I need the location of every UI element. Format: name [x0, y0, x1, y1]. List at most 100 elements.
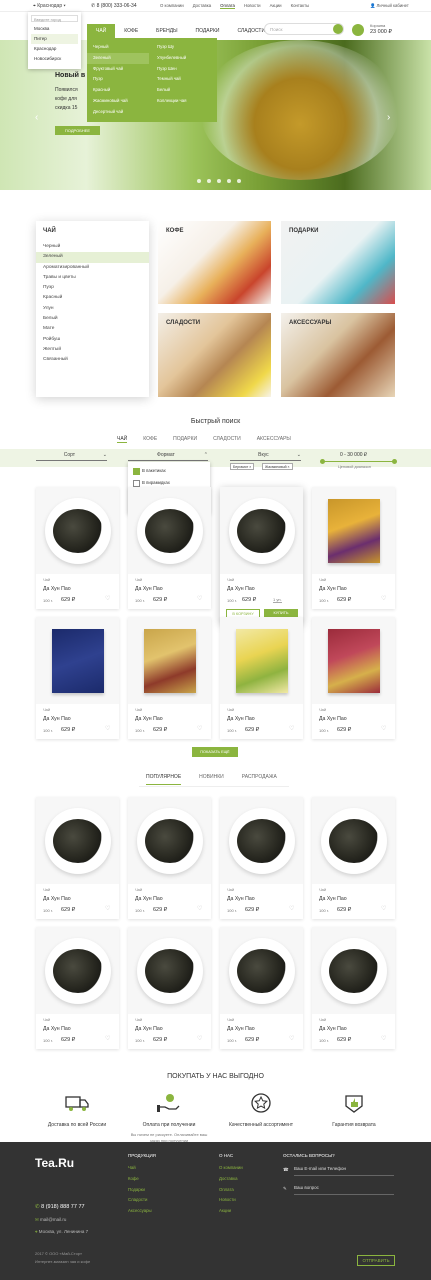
category-item[interactable]: Ароматизированный — [36, 263, 149, 273]
menu-item[interactable]: Коллекции чая — [151, 96, 215, 107]
product-name[interactable]: Да Хун Пао — [319, 586, 347, 592]
menu-item[interactable]: Красный — [87, 85, 149, 96]
product-weight[interactable]: 100 г. — [43, 1038, 53, 1043]
heart-icon[interactable]: ♡ — [105, 1035, 110, 1042]
product-name[interactable]: Да Хун Пао — [319, 1026, 347, 1032]
city-option[interactable]: Краснодар — [31, 44, 78, 54]
heart-icon[interactable]: ♡ — [105, 905, 110, 912]
nav-coffee[interactable]: КОФЕ — [115, 28, 147, 34]
heart-icon[interactable]: ♡ — [289, 905, 294, 912]
city-search-input[interactable]: Введите город — [31, 15, 78, 22]
link-payment[interactable]: Оплата — [220, 3, 235, 9]
city-option[interactable]: Москва — [31, 24, 78, 34]
search-icon[interactable] — [333, 24, 343, 34]
link-about[interactable]: О компании — [160, 3, 184, 9]
link-contacts[interactable]: Контакты — [291, 3, 310, 9]
product-card[interactable]: ЧайДа Хун Пао100 г.629 ₽♡1 уп.В КОРЗИНУК… — [220, 487, 303, 623]
category-item[interactable]: Зеленый — [36, 252, 149, 263]
price-slider-handle-max[interactable] — [392, 459, 397, 464]
category-item[interactable]: Связанный — [36, 355, 149, 365]
footer-link[interactable]: Доставка — [219, 1174, 243, 1185]
nav-gifts[interactable]: ПОДАРКИ — [187, 28, 229, 34]
heart-icon[interactable]: ♡ — [381, 725, 386, 732]
menu-item[interactable]: Фруктовый чай — [87, 64, 149, 75]
link-news[interactable]: Новости — [244, 3, 261, 9]
heart-icon[interactable]: ♡ — [197, 725, 202, 732]
sort-select[interactable]: Сорт ⌄ — [36, 452, 107, 461]
category-item[interactable]: Красный — [36, 293, 149, 303]
menu-item[interactable]: Улунбелевный — [151, 53, 215, 64]
tab-sweets[interactable]: СЛАДОСТИ — [213, 436, 241, 443]
tab-popular[interactable]: ПОПУЛЯРНОЕ — [146, 774, 182, 785]
heart-icon[interactable]: ♡ — [105, 595, 110, 602]
slider-dot[interactable] — [207, 179, 211, 183]
product-name[interactable]: Да Хун Пао — [135, 586, 163, 592]
product-card[interactable]: Чай Да Хун Пао 100 г. 629 ₽ ♡ — [312, 617, 395, 739]
product-card[interactable]: Чай Да Хун Пао 100 г. 629 ₽ ♡ — [312, 797, 395, 919]
product-card[interactable]: Чай Да Хун Пао 100 г. 629 ₽ ♡ — [36, 927, 119, 1049]
product-name[interactable]: Да Хун Пао — [135, 716, 163, 722]
send-button[interactable]: ОТПРАВИТЬ — [357, 1255, 395, 1266]
product-weight[interactable]: 100 г. — [227, 728, 237, 733]
product-name[interactable]: Да Хун Пао — [43, 716, 71, 722]
heart-icon[interactable]: ♡ — [105, 725, 110, 732]
city-selector[interactable]: ⌖ Краснодар ▾ — [33, 3, 66, 9]
menu-item[interactable]: Черный — [87, 42, 149, 53]
product-name[interactable]: Да Хун Пао — [319, 896, 347, 902]
tag-bergamot[interactable]: Бергамот × — [230, 463, 255, 470]
tile-coffee[interactable]: КОФЕ — [158, 221, 271, 304]
cart-icon[interactable] — [352, 24, 364, 36]
slider-dot[interactable] — [237, 179, 241, 183]
menu-item[interactable]: Пуэр — [87, 74, 149, 85]
menu-item[interactable]: Жасминовый чай — [87, 96, 149, 107]
footer-email[interactable]: ✉ mail@mail.ru — [35, 1217, 66, 1223]
footer-link[interactable]: Акции — [219, 1206, 243, 1217]
heart-icon[interactable]: ♡ — [381, 905, 386, 912]
category-item[interactable]: Черный — [36, 242, 149, 252]
product-weight[interactable]: 100 г. — [319, 1038, 329, 1043]
slider-dot[interactable] — [217, 179, 221, 183]
category-item[interactable]: Мате — [36, 324, 149, 334]
product-name[interactable]: Да Хун Пао — [227, 896, 255, 902]
product-card[interactable]: Чай Да Хун Пао 100 г. 629 ₽ ♡ — [128, 617, 211, 739]
product-name[interactable]: Да Хун Пао — [227, 716, 255, 722]
link-delivery[interactable]: Доставка — [193, 3, 211, 9]
city-option[interactable]: Новосибирск — [31, 54, 78, 64]
menu-item[interactable]: Зеленый — [87, 52, 149, 64]
link-promo[interactable]: Акции — [270, 3, 282, 9]
product-name[interactable]: Да Хун Пао — [43, 896, 71, 902]
heart-icon[interactable]: ♡ — [289, 725, 294, 732]
product-name[interactable]: Да Хун Пао — [319, 716, 347, 722]
search-input[interactable]: Поиск — [264, 23, 344, 35]
product-weight[interactable]: 100 г. — [135, 728, 145, 733]
product-weight[interactable]: 100 г. — [43, 598, 53, 603]
product-weight[interactable]: 100 г. — [227, 908, 237, 913]
product-weight[interactable]: 100 г. — [319, 728, 329, 733]
product-card[interactable]: Чай Да Хун Пао 100 г. 629 ₽ ♡ — [128, 797, 211, 919]
question-input[interactable]: Ваш вопрос — [294, 1185, 394, 1195]
menu-item[interactable]: Белый — [151, 85, 215, 96]
footer-link[interactable]: Кофе — [128, 1174, 152, 1185]
tab-sale[interactable]: РАСПРОДАЖА — [242, 774, 277, 785]
footer-logo[interactable]: Tea.Ru — [35, 1156, 74, 1170]
menu-item[interactable]: Пуэр Шен — [151, 64, 215, 75]
footer-link[interactable]: Оплата — [219, 1185, 243, 1196]
product-card[interactable]: Чай Да Хун Пао 100 г. 629 ₽ ♡ — [36, 487, 119, 609]
product-card[interactable]: Чай Да Хун Пао 100 г. 629 ₽ ♡ — [36, 797, 119, 919]
heart-icon[interactable]: ♡ — [289, 1035, 294, 1042]
category-item[interactable]: Пуэр — [36, 283, 149, 293]
product-weight[interactable]: 100 г. — [43, 728, 53, 733]
format-option[interactable]: В пакетиках — [133, 465, 205, 477]
tab-accessories[interactable]: АКСЕССУАРЫ — [257, 436, 291, 443]
tab-coffee[interactable]: КОФЕ — [143, 436, 157, 443]
heart-icon[interactable]: ♡ — [197, 595, 202, 602]
footer-link[interactable]: Подарки — [128, 1185, 152, 1196]
heart-icon[interactable]: ♡ — [381, 1035, 386, 1042]
product-weight[interactable]: 100 г. — [227, 598, 237, 603]
tile-sweets[interactable]: СЛАДОСТИ — [158, 313, 271, 397]
product-card[interactable]: Чай Да Хун Пао 100 г. 629 ₽ ♡ — [312, 487, 395, 609]
menu-item[interactable]: Пуэр Шу — [151, 42, 215, 53]
category-item[interactable]: Желтый — [36, 345, 149, 355]
product-card[interactable]: Чай Да Хун Пао 100 г. 629 ₽ ♡ — [220, 617, 303, 739]
product-weight[interactable]: 100 г. — [227, 1038, 237, 1043]
